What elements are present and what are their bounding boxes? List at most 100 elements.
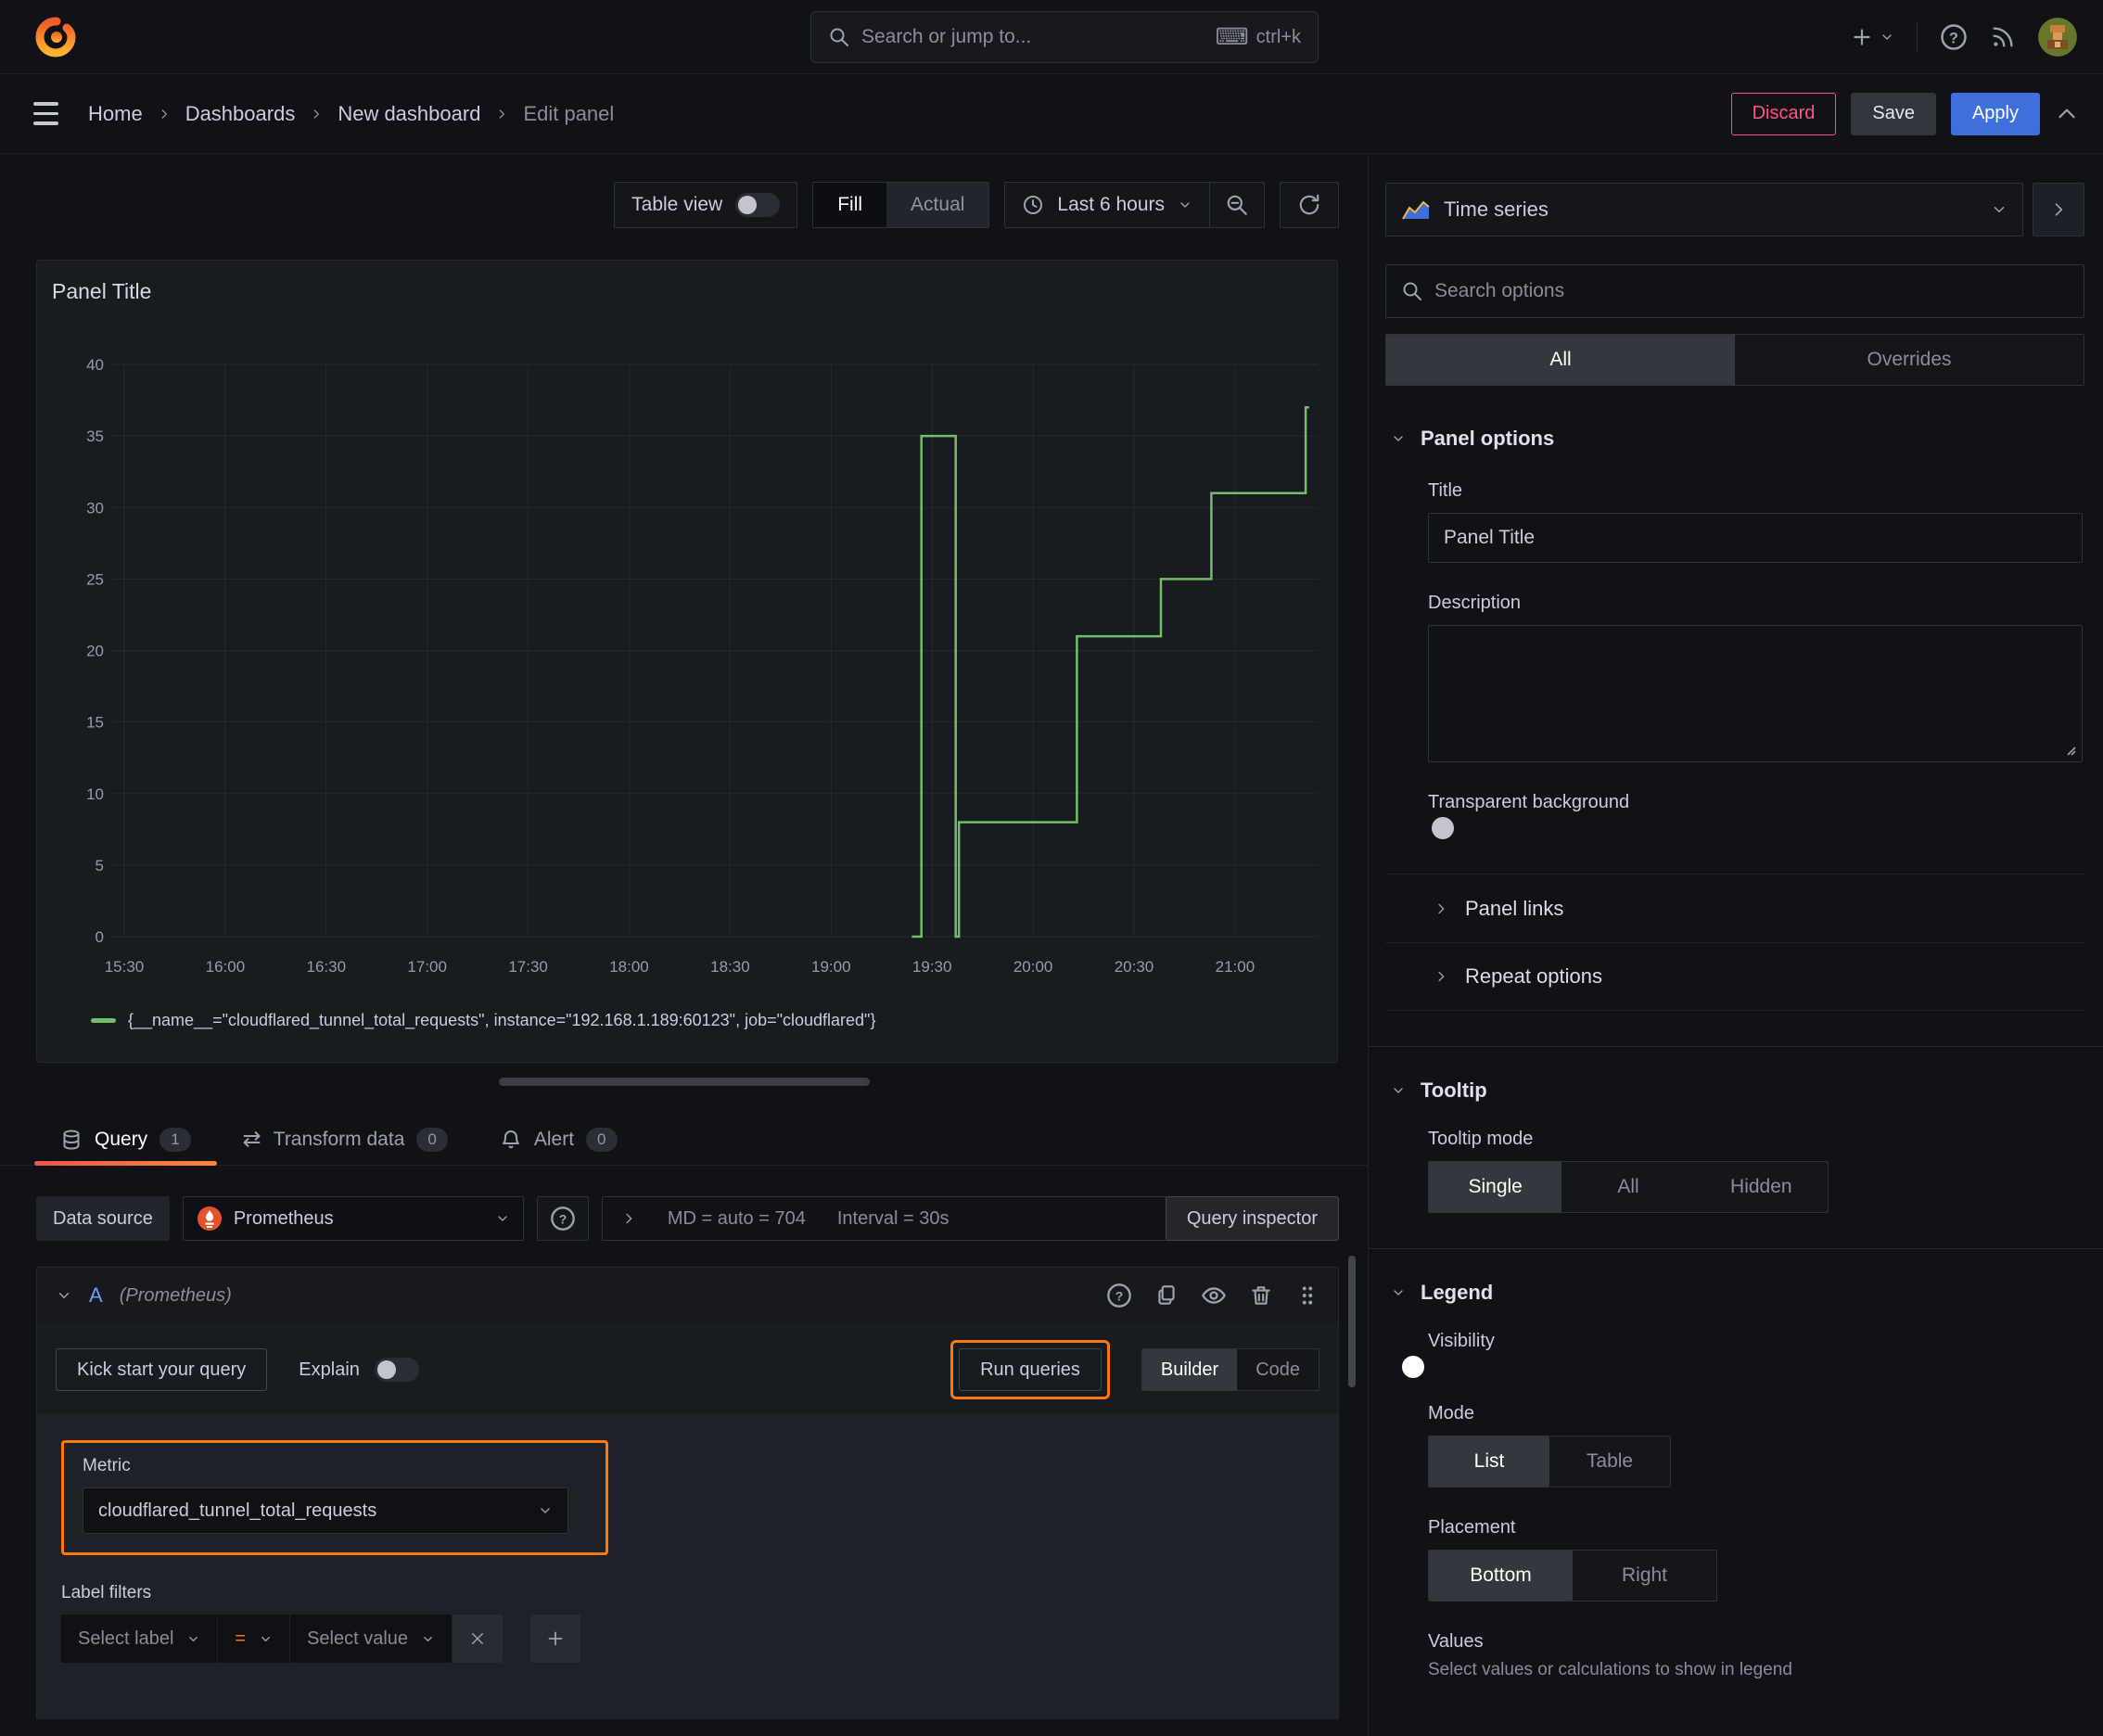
keyboard-icon: ⌨ — [1215, 23, 1249, 50]
tooltip-all-option[interactable]: All — [1561, 1162, 1694, 1212]
svg-text:5: 5 — [96, 857, 104, 874]
collapse-up-icon[interactable] — [2055, 102, 2079, 126]
chevron-right-icon — [313, 108, 320, 119]
operator-dropdown[interactable]: = — [218, 1615, 291, 1663]
builder-option[interactable]: Builder — [1141, 1349, 1238, 1390]
add-filter-button[interactable] — [530, 1615, 581, 1663]
chevron-down-icon — [1882, 33, 1892, 40]
kick-start-query-button[interactable]: Kick start your query — [56, 1348, 268, 1391]
fill-option[interactable]: Fill — [813, 183, 887, 227]
chevron-down-icon — [261, 1636, 270, 1641]
chevron-down-icon — [1394, 436, 1403, 441]
tooltip-hidden-option[interactable]: Hidden — [1695, 1162, 1828, 1212]
menu-toggle-icon[interactable] — [33, 102, 58, 125]
actual-option[interactable]: Actual — [886, 183, 989, 227]
chevron-right-icon — [626, 1213, 632, 1224]
apply-button[interactable]: Apply — [1950, 92, 2040, 135]
tooltip-header[interactable]: Tooltip — [1385, 1079, 2084, 1103]
datasource-picker[interactable]: Prometheus — [182, 1196, 524, 1241]
tab-alert[interactable]: Alert 0 — [474, 1114, 644, 1165]
svg-text:25: 25 — [86, 570, 104, 588]
placement-right-option[interactable]: Right — [1573, 1551, 1716, 1601]
title-field-label: Title — [1428, 480, 1463, 501]
query-builder-editor: Metric cloudflared_tunnel_total_requests… — [37, 1414, 1338, 1718]
code-option[interactable]: Code — [1237, 1349, 1319, 1390]
select-label-dropdown[interactable]: Select label — [61, 1615, 219, 1663]
query-inspector-button[interactable]: Query inspector — [1165, 1196, 1339, 1241]
options-search-input[interactable] — [1434, 280, 2069, 302]
drag-grip-icon[interactable] — [1295, 1283, 1319, 1308]
tab-transform-data[interactable]: ⇄ Transform data 0 — [217, 1114, 474, 1165]
svg-text:30: 30 — [86, 499, 104, 517]
repeat-options-section[interactable]: Repeat options — [1385, 942, 2084, 1011]
chart-legend[interactable]: {__name__="cloudflared_tunnel_total_requ… — [91, 1011, 875, 1030]
chevron-down-icon — [541, 1508, 550, 1513]
metric-select[interactable]: cloudflared_tunnel_total_requests — [83, 1487, 568, 1534]
tab-transform-count: 0 — [416, 1127, 448, 1152]
legend-values-label: Values — [1428, 1631, 1484, 1652]
table-view-toggle[interactable] — [735, 193, 781, 217]
global-search[interactable]: ⌨ ctrl+k — [810, 11, 1319, 63]
panel-options-header[interactable]: Panel options — [1385, 427, 2084, 451]
placement-bottom-option[interactable]: Bottom — [1429, 1551, 1573, 1601]
svg-text:?: ? — [559, 1211, 567, 1226]
news-feed-icon[interactable] — [1990, 24, 2016, 50]
query-section-scrollbar[interactable] — [1348, 1256, 1356, 1387]
collapse-options-button[interactable] — [2033, 183, 2084, 236]
query-help-icon[interactable]: ? — [1106, 1283, 1132, 1308]
time-series-chart[interactable]: 0 5 10 15 20 25 30 35 40 15:30 16:00 16:30 17:00 17:3… — [37, 326, 1339, 984]
description-textarea[interactable] — [1428, 625, 2083, 762]
tab-overrides[interactable]: Overrides — [1735, 335, 2084, 385]
grafana-logo[interactable] — [33, 15, 78, 59]
resize-drag-handle[interactable] — [498, 1078, 870, 1086]
panel-links-label: Panel links — [1465, 896, 1564, 920]
select-value-dropdown[interactable]: Select value — [290, 1615, 453, 1663]
remove-filter-button[interactable] — [452, 1615, 503, 1663]
run-queries-button[interactable]: Run queries — [959, 1348, 1102, 1391]
help-button[interactable]: ? — [1940, 23, 1968, 51]
legend-series-label[interactable]: {__name__="cloudflared_tunnel_total_requ… — [128, 1011, 875, 1030]
tooltip-single-option[interactable]: Single — [1429, 1162, 1562, 1212]
breadcrumb-dashboards[interactable]: Dashboards — [185, 102, 296, 126]
zoom-out-button[interactable] — [1209, 183, 1264, 227]
delete-query-icon[interactable] — [1249, 1283, 1273, 1308]
resize-handle-icon[interactable] — [2062, 742, 2077, 757]
explain-toggle[interactable] — [374, 1358, 419, 1382]
refresh-button[interactable] — [1280, 182, 1339, 228]
panel-links-section[interactable]: Panel links — [1385, 874, 2084, 942]
chart-panel[interactable]: Panel Title 0 5 10 15 20 25 30 35 40 15:30 16:00 16… — [36, 260, 1338, 1063]
datasource-row: Data source Prometheus ? MD = auto = 704… — [36, 1196, 1339, 1241]
tab-query[interactable]: Query 1 — [34, 1114, 217, 1166]
query-options-summary[interactable]: MD = auto = 704 Interval = 30s — [601, 1196, 1236, 1241]
section-divider — [1369, 1248, 2103, 1249]
breadcrumb-new-dashboard[interactable]: New dashboard — [338, 102, 480, 126]
query-row-header[interactable]: A (Prometheus) ? — [37, 1268, 1338, 1323]
legend-header[interactable]: Legend — [1385, 1281, 2084, 1305]
svg-text:0: 0 — [96, 928, 104, 946]
mode-table-option[interactable]: Table — [1549, 1436, 1670, 1487]
toggle-visibility-icon[interactable] — [1201, 1283, 1227, 1308]
tab-query-count: 1 — [159, 1127, 191, 1152]
svg-text:18:00: 18:00 — [609, 958, 649, 976]
repeat-options-label: Repeat options — [1465, 964, 1602, 988]
save-button[interactable]: Save — [1851, 92, 1936, 135]
options-search[interactable] — [1385, 264, 2084, 318]
duplicate-query-icon[interactable] — [1154, 1283, 1179, 1308]
user-avatar[interactable] — [2038, 17, 2077, 57]
datasource-help-button[interactable]: ? — [536, 1196, 589, 1241]
visualization-picker[interactable]: Time series — [1385, 183, 2023, 236]
panel-title-input[interactable] — [1428, 513, 2083, 563]
tab-all-options[interactable]: All — [1386, 335, 1735, 385]
svg-text:19:00: 19:00 — [811, 958, 851, 976]
add-new-button[interactable] — [1850, 25, 1894, 49]
mode-list-option[interactable]: List — [1429, 1436, 1549, 1487]
discard-button[interactable]: Discard — [1730, 92, 1837, 135]
all-overrides-tabs: All Overrides — [1385, 334, 2084, 386]
breadcrumb-home[interactable]: Home — [88, 102, 143, 126]
chevron-down-icon[interactable] — [56, 1287, 72, 1304]
visibility-label: Visibility — [1428, 1331, 1495, 1351]
legend-placement-label: Placement — [1428, 1517, 1516, 1538]
search-input[interactable] — [861, 26, 1204, 48]
close-icon — [472, 1633, 484, 1644]
time-range-picker[interactable]: Last 6 hours — [1005, 183, 1209, 227]
